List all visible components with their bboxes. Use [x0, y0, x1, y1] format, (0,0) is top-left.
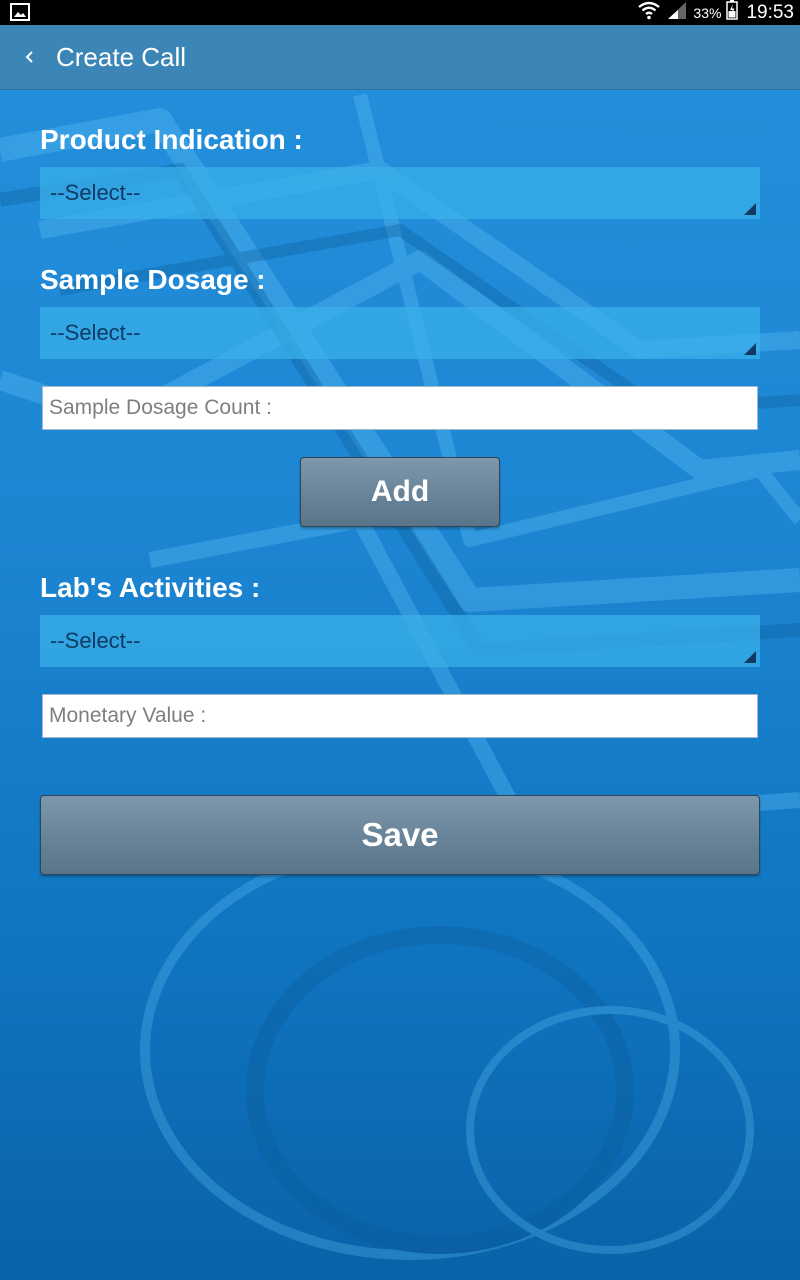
dropdown-arrow-icon — [744, 343, 756, 355]
status-bar: 33% 19:53 — [0, 0, 800, 25]
sample-dosage-label: Sample Dosage : — [40, 264, 266, 295]
product-indication-dropdown[interactable]: --Select-- — [40, 167, 760, 219]
create-call-form: Product Indication : --Select-- Sample D… — [0, 0, 800, 1280]
sample-dosage-dropdown[interactable]: --Select-- — [40, 307, 760, 359]
back-chevron-icon[interactable] — [20, 45, 40, 69]
wifi-icon — [637, 0, 661, 25]
signal-icon — [666, 0, 688, 25]
sample-dosage-selected: --Select-- — [50, 320, 141, 345]
action-bar: Create Call — [0, 25, 800, 89]
labs-activities-selected: --Select-- — [50, 628, 141, 653]
page-title: Create Call — [56, 42, 187, 72]
clock: 19:53 — [746, 1, 794, 23]
product-indication-label: Product Indication : — [40, 124, 303, 155]
labs-activities-label: Lab's Activities : — [40, 572, 261, 603]
battery-icon — [726, 0, 739, 25]
dropdown-arrow-icon — [744, 203, 756, 215]
sample-dosage-count-input[interactable] — [42, 386, 758, 430]
product-indication-selected: --Select-- — [50, 180, 141, 205]
save-button[interactable]: Save — [40, 795, 760, 875]
gallery-icon — [10, 3, 30, 21]
labs-activities-dropdown[interactable]: --Select-- — [40, 615, 760, 667]
monetary-value-input[interactable] — [42, 694, 758, 738]
add-button[interactable]: Add — [300, 457, 500, 527]
dropdown-arrow-icon — [744, 651, 756, 663]
battery-percent: 33% — [693, 4, 722, 21]
